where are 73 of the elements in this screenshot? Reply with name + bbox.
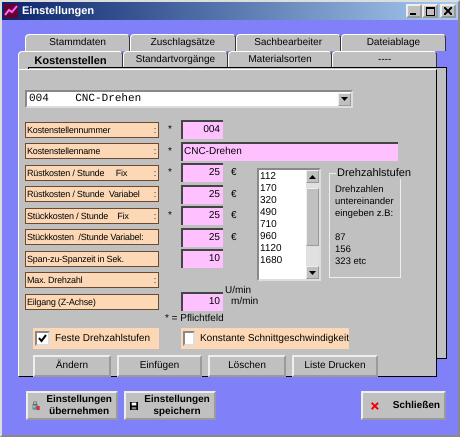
hint-text: Drehzahlen (335, 184, 385, 196)
field-label: Eilgang (Z-Achse) (25, 294, 159, 310)
close-dialog-button[interactable]: Schließen (361, 391, 446, 420)
input-field[interactable]: 25 (181, 206, 223, 226)
required-note: * = Pflichtfeld (165, 312, 225, 324)
tab[interactable]: Stammdaten (25, 34, 130, 51)
input-field[interactable]: CNC-Drehen (181, 142, 398, 161)
cost-center-dropdown[interactable]: 004 CNC-Drehen (25, 90, 353, 108)
field-label: Max. Drehzahl : (25, 272, 159, 288)
list-item[interactable]: 960 (259, 231, 306, 243)
scroll-up-icon[interactable] (306, 170, 319, 183)
input-field[interactable]: 25 (181, 228, 223, 247)
list-item[interactable]: 112 (259, 171, 306, 183)
scrollbar[interactable] (306, 170, 319, 279)
list-item[interactable]: 1680 (259, 255, 306, 267)
checkbox-label: Feste Drehzahlstufen (55, 332, 150, 344)
unit-label: U/min (224, 285, 252, 296)
example-text: 156 (335, 244, 352, 256)
speed-list[interactable]: 112 170 320 490 710 960 1120 1680 (257, 168, 321, 281)
unit-label: m/min (230, 296, 257, 308)
field-label: Stückkosten /Stunde Variabel: (25, 229, 159, 246)
checkbox-label: Konstante Schnittgeschwindigkeit (200, 332, 349, 344)
hint-text: eingeben z.B: (335, 208, 394, 220)
unit-label: € (230, 232, 238, 243)
unit-label: € (230, 210, 238, 222)
action-button[interactable]: Einfügen (117, 354, 202, 376)
maximize-button[interactable] (422, 4, 438, 18)
field-label: Stückkosten / Stunde Fix : (25, 208, 159, 224)
chart-icon (4, 4, 18, 18)
close-icon (444, 7, 452, 15)
tab[interactable]: Sachbearbeiter (236, 34, 341, 51)
list-item[interactable]: 490 (259, 207, 306, 219)
hint-text: untereinander (335, 196, 395, 208)
group-title: Drehzahlstufen (336, 167, 412, 179)
scroll-down-icon[interactable] (306, 266, 319, 279)
action-button[interactable]: Liste Drucken (292, 354, 378, 376)
input-field[interactable]: 25 (181, 163, 223, 182)
required-mark: * (167, 167, 173, 178)
action-button[interactable]: Löschen (208, 354, 286, 376)
field-label: Kostenstellenname : (25, 143, 159, 160)
list-item[interactable]: 1120 (259, 243, 306, 255)
example-text: 87 (335, 232, 347, 244)
tab[interactable]: Dateiablage (340, 34, 446, 51)
close-button[interactable] (440, 4, 456, 18)
required-mark: * (167, 210, 173, 222)
unit-label: € (230, 167, 238, 178)
tab[interactable]: Kostenstellen (18, 51, 123, 69)
list-item[interactable]: 320 (259, 195, 306, 207)
maximize-icon (426, 6, 434, 16)
list-item[interactable]: 170 (259, 183, 306, 195)
input-field[interactable]: 004 (181, 120, 223, 140)
checkbox[interactable] (35, 330, 50, 346)
field-label: Kostenstellennummer : (25, 122, 159, 138)
list-item[interactable]: 710 (259, 219, 306, 231)
tab[interactable]: Zuschlagsätze (130, 34, 236, 51)
input-field[interactable]: 10 (181, 249, 223, 268)
input-field[interactable]: 25 (181, 184, 223, 204)
field-label: Span-zu-Spanzeit in Sek. (25, 250, 159, 267)
example-text: 323 etc (335, 256, 368, 268)
required-mark: * (167, 124, 173, 136)
close-icon (371, 400, 379, 412)
field-label: Rüstkosten / Stunde Variabel : (25, 186, 159, 202)
checkbox[interactable] (183, 330, 196, 346)
minimize-button[interactable] (406, 4, 422, 18)
save-button[interactable]: Einstellungen speichern (124, 391, 216, 420)
scroll-thumb[interactable] (306, 188, 319, 246)
unit-label: € (230, 188, 238, 200)
apply-button[interactable]: Einstellungen übernehmen (26, 391, 118, 420)
required-mark: * (167, 146, 173, 157)
input-field[interactable]: 10 (181, 292, 223, 312)
field-label: Rüstkosten / Stunde Fix : (25, 164, 159, 181)
window-title: Einstellungen (22, 5, 96, 17)
action-button[interactable]: Ändern (33, 354, 111, 376)
